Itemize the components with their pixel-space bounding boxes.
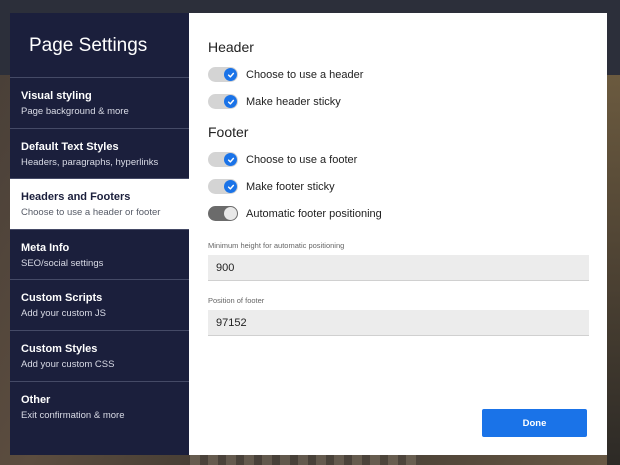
settings-sidebar: Page Settings Visual styling Page backgr… <box>10 13 189 455</box>
backdrop-right-strip <box>607 75 620 465</box>
sidebar-item-description: SEO/social settings <box>21 257 104 269</box>
header-section-title: Header <box>208 39 254 55</box>
toggle-row-use-footer: Choose to use a footer <box>208 146 589 173</box>
min-height-input[interactable]: 900 <box>208 255 589 281</box>
toggle-row-use-header: Choose to use a header <box>208 61 589 88</box>
sidebar-item-default-text-styles[interactable]: Default Text Styles Headers, paragraphs,… <box>10 129 189 180</box>
footer-position-input[interactable]: 97152 <box>208 310 589 336</box>
sidebar-item-meta-info[interactable]: Meta Info SEO/social settings <box>10 230 189 281</box>
sidebar-title: Page Settings <box>10 13 189 78</box>
sidebar-item-custom-styles[interactable]: Custom Styles Add your custom CSS <box>10 331 189 382</box>
toggle-label: Make header sticky <box>246 95 341 108</box>
toggle-row-footer-sticky: Make footer sticky <box>208 173 589 200</box>
page-settings-modal: Page Settings Visual styling Page backgr… <box>10 13 607 455</box>
sidebar-item-description: Headers, paragraphs, hyperlinks <box>21 156 159 168</box>
sidebar-item-other[interactable]: Other Exit confirmation & more <box>10 382 189 433</box>
sidebar-item-description: Exit confirmation & more <box>21 409 125 421</box>
toggle-label: Choose to use a footer <box>246 153 358 166</box>
toggle-label: Automatic footer positioning <box>246 207 382 220</box>
sidebar-item-headers-and-footers[interactable]: Headers and Footers Choose to use a head… <box>10 179 189 230</box>
sidebar-item-label: Default Text Styles <box>21 140 119 153</box>
min-height-label: Minimum height for automatic positioning <box>208 241 345 250</box>
sidebar-item-description: Choose to use a header or footer <box>21 207 161 219</box>
use-footer-toggle[interactable] <box>208 152 238 167</box>
check-icon <box>224 68 237 81</box>
sidebar-item-description: Page background & more <box>21 106 129 117</box>
sidebar-item-label: Meta Info <box>21 241 70 254</box>
toggle-label: Choose to use a header <box>246 68 364 81</box>
check-icon <box>224 180 237 193</box>
sidebar-item-description: Add your custom JS <box>21 308 107 320</box>
footer-sticky-toggle[interactable] <box>208 179 238 194</box>
use-header-toggle[interactable] <box>208 67 238 82</box>
sidebar-item-label: Other <box>21 393 51 406</box>
footer-section-title: Footer <box>208 124 249 140</box>
sidebar-item-label: Custom Scripts <box>21 292 103 305</box>
check-icon <box>224 153 237 166</box>
toggle-row-header-sticky: Make header sticky <box>208 88 589 115</box>
sidebar-item-visual-styling[interactable]: Visual styling Page background & more <box>10 78 189 129</box>
sidebar-item-label: Headers and Footers <box>21 191 131 204</box>
sidebar-item-label: Visual styling <box>21 90 92 102</box>
toggle-knob <box>224 207 237 220</box>
sidebar-item-description: Add your custom CSS <box>21 358 115 370</box>
auto-footer-position-toggle[interactable] <box>208 206 238 221</box>
toggle-label: Make footer sticky <box>246 180 335 193</box>
toggle-row-auto-footer-position: Automatic footer positioning <box>208 200 589 227</box>
sidebar-item-custom-scripts[interactable]: Custom Scripts Add your custom JS <box>10 280 189 331</box>
settings-content: Header Choose to use a header Make heade… <box>189 13 607 455</box>
header-sticky-toggle[interactable] <box>208 94 238 109</box>
footer-position-label: Position of footer <box>208 296 265 305</box>
done-button[interactable]: Done <box>482 409 587 437</box>
check-icon <box>224 95 237 108</box>
sidebar-item-label: Custom Styles <box>21 342 98 355</box>
